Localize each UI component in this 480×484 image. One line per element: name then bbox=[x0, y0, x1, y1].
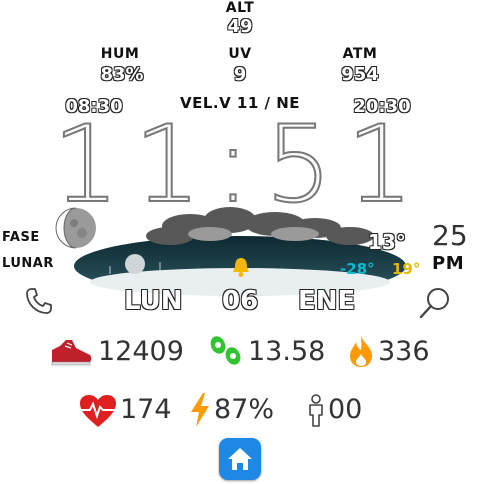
home-icon bbox=[228, 448, 252, 470]
pressure-value: 954 bbox=[341, 64, 379, 85]
weekday: LUN bbox=[124, 286, 183, 316]
moon-phase-label-2: LUNAR bbox=[2, 256, 54, 271]
flame-icon bbox=[346, 334, 376, 368]
month: ENE bbox=[298, 286, 356, 316]
current-temperature: 13° bbox=[368, 230, 406, 254]
uv-label: UV bbox=[228, 46, 252, 62]
calories-value: 336 bbox=[378, 336, 430, 367]
clock-time: 11:51 bbox=[51, 103, 428, 226]
home-button[interactable] bbox=[219, 438, 261, 480]
heart-rate-icon bbox=[78, 393, 118, 429]
humidity-label: HUM bbox=[100, 46, 140, 62]
floors-value: 00 bbox=[328, 394, 363, 425]
heart-rate-value: 174 bbox=[120, 394, 172, 425]
date-day: 06 bbox=[222, 286, 259, 316]
search-icon[interactable] bbox=[418, 286, 452, 320]
battery-value: 87% bbox=[214, 394, 275, 425]
humidity-value: 83% bbox=[100, 64, 144, 85]
distance-value: 13.58 bbox=[248, 336, 326, 367]
min-temperature: -28° bbox=[340, 260, 375, 278]
pressure-label: ATM bbox=[342, 46, 378, 62]
am-pm: PM bbox=[432, 253, 465, 274]
person-icon bbox=[306, 394, 326, 428]
battery-bolt-icon bbox=[188, 392, 212, 428]
altitude-value: 49 bbox=[227, 16, 253, 37]
max-temperature: 19° bbox=[392, 260, 421, 278]
bell-icon[interactable] bbox=[231, 256, 251, 278]
phone-icon[interactable] bbox=[24, 286, 54, 316]
sneaker-icon bbox=[48, 336, 94, 368]
altitude-label: ALT bbox=[225, 0, 255, 16]
seconds: 25 bbox=[432, 219, 468, 252]
step-count: 12409 bbox=[98, 336, 184, 367]
uv-value: 9 bbox=[233, 64, 247, 85]
moon-phase-label-1: FASE bbox=[2, 230, 40, 245]
footprint-icon bbox=[208, 334, 244, 368]
